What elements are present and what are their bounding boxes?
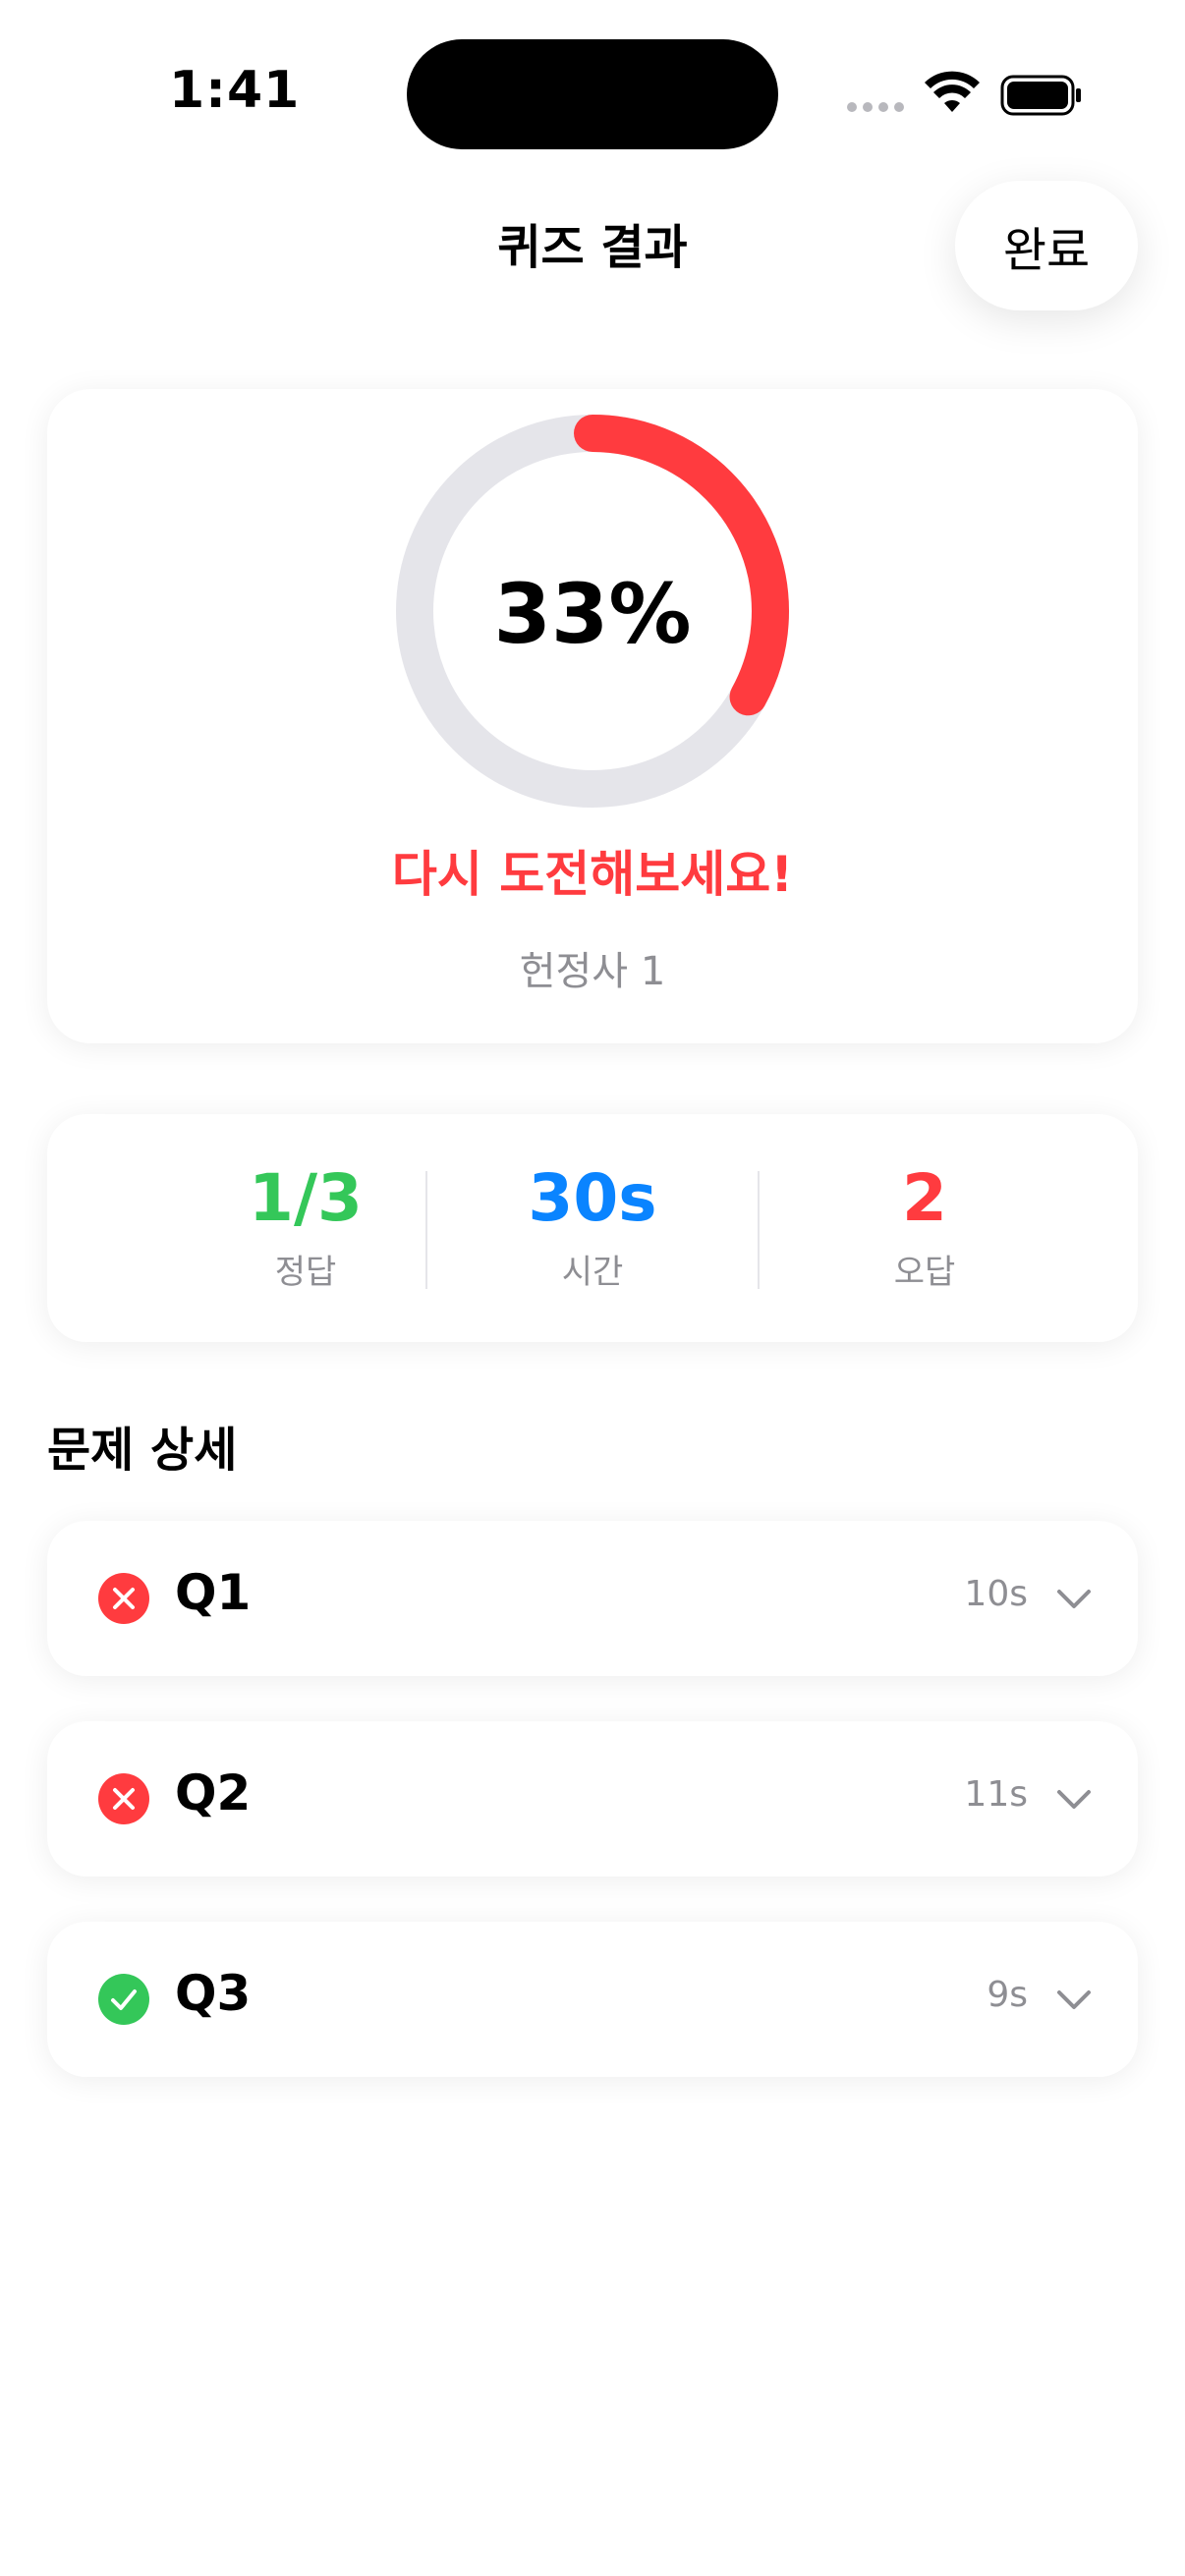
- correct-check-icon: [98, 1974, 149, 2025]
- wifi-icon: [925, 71, 980, 112]
- stat-correct: 1/3 정답: [139, 1160, 473, 1293]
- chevron-down-icon[interactable]: [1055, 1782, 1093, 1816]
- stat-wrong: 2 오답: [758, 1160, 1092, 1293]
- question-label: Q2: [175, 1764, 252, 1821]
- stat-correct-label: 정답: [274, 1252, 337, 1292]
- quiz-name: 헌정사 1: [519, 949, 666, 994]
- result-message: 다시 도전해보세요!: [391, 846, 794, 903]
- done-button[interactable]: 완료: [955, 181, 1138, 310]
- stat-wrong-label: 오답: [893, 1252, 956, 1292]
- question-row[interactable]: Q2 11s: [47, 1721, 1138, 1876]
- question-time: 11s: [964, 1774, 1028, 1815]
- incorrect-icon: [98, 1573, 149, 1624]
- stat-time: 30s 시간: [425, 1160, 760, 1293]
- question-label: Q3: [175, 1965, 252, 2022]
- score-percent: 33%: [493, 566, 692, 662]
- stats-card: 1/3 정답 30s 시간 2 오답: [47, 1114, 1138, 1342]
- stat-wrong-value: 2: [902, 1160, 947, 1236]
- status-time: 1:41: [169, 61, 301, 120]
- status-bar: 1:41: [0, 0, 1185, 167]
- stat-time-value: 30s: [528, 1160, 657, 1236]
- question-time: 10s: [964, 1574, 1028, 1614]
- question-row[interactable]: Q1 10s: [47, 1521, 1138, 1676]
- question-label: Q1: [175, 1564, 252, 1621]
- chevron-down-icon[interactable]: [1055, 1582, 1093, 1615]
- question-row[interactable]: Q3 9s: [47, 1922, 1138, 2077]
- stat-time-label: 시간: [561, 1252, 624, 1292]
- incorrect-icon: [98, 1773, 149, 1824]
- score-card: 33% 다시 도전해보세요! 헌정사 1: [47, 389, 1138, 1043]
- stat-correct-value: 1/3: [249, 1160, 363, 1236]
- cellular-signal-icon: [847, 102, 904, 112]
- dynamic-island: [407, 39, 778, 149]
- question-time: 9s: [987, 1975, 1028, 2015]
- battery-icon: [1000, 75, 1081, 116]
- section-title: 문제 상세: [47, 1423, 238, 1478]
- chevron-down-icon[interactable]: [1055, 1983, 1093, 2016]
